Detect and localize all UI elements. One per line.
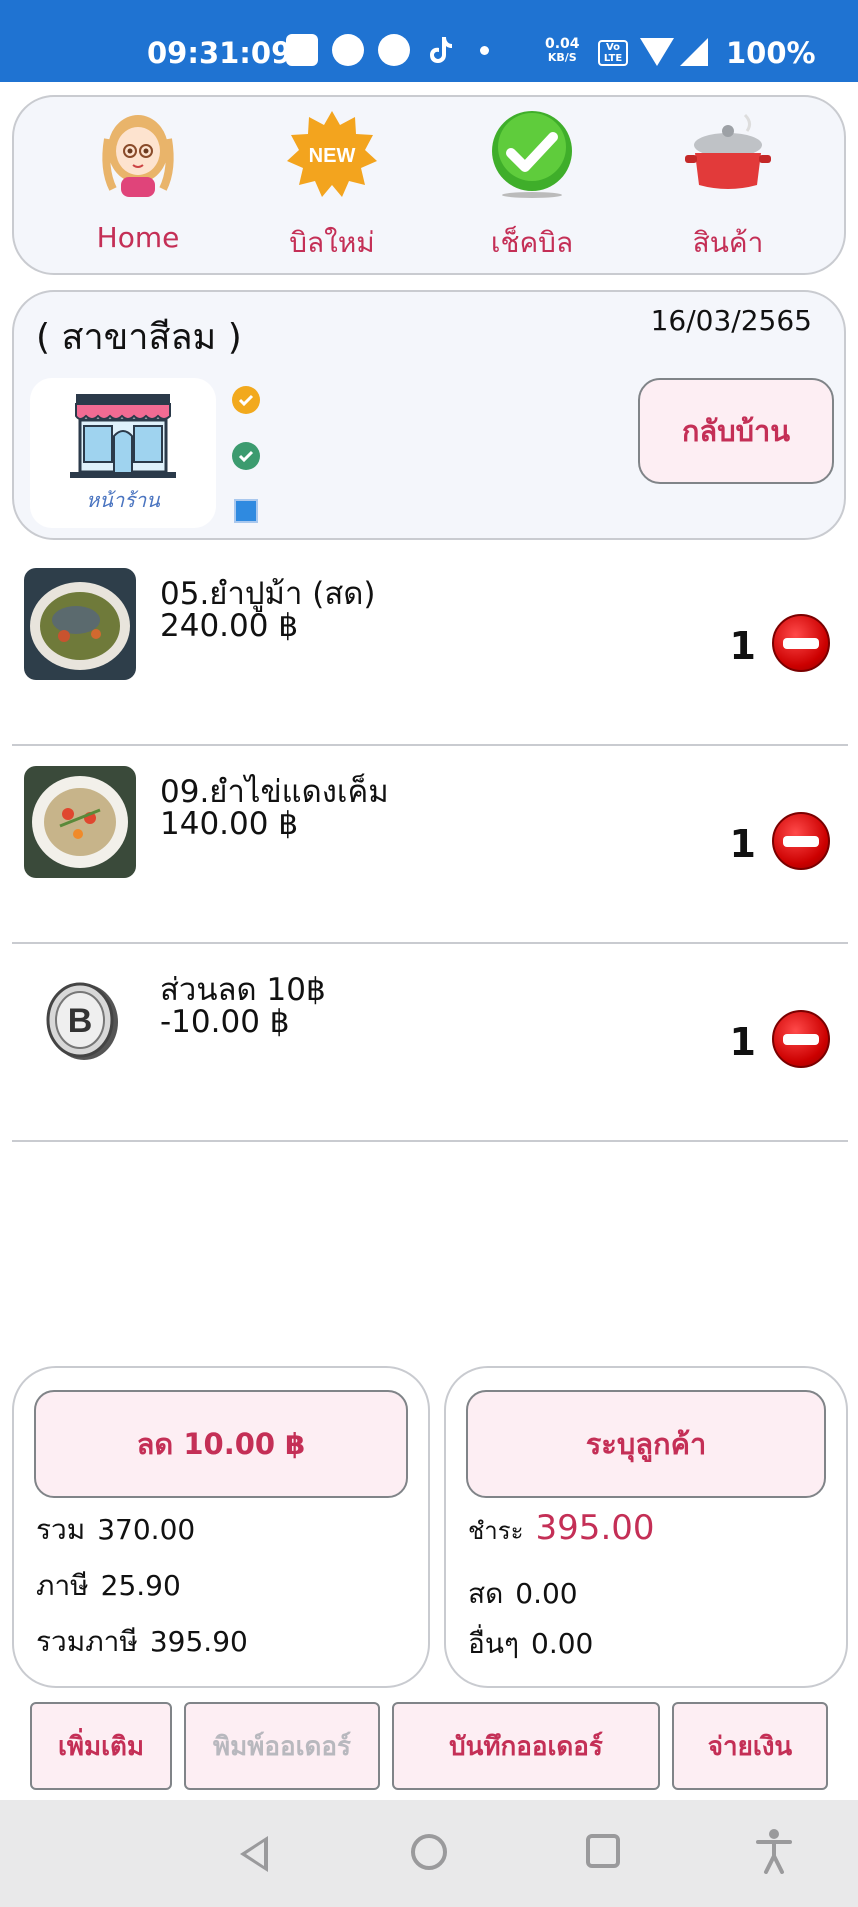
chat-icon bbox=[378, 34, 410, 66]
branch-card: ( สาขาสีลม ) 16/03/2565 หน้าร้าน กลับบ้า… bbox=[12, 290, 846, 540]
total-with-tax-value: 395.90 bbox=[149, 1625, 248, 1658]
total-value: 370.00 bbox=[97, 1513, 196, 1546]
svg-text:NEW: NEW bbox=[309, 145, 356, 167]
other-label: อื่นๆ bbox=[468, 1627, 519, 1660]
back-icon[interactable] bbox=[240, 1836, 268, 1872]
cash-value: 0.00 bbox=[515, 1577, 578, 1610]
total-with-tax-label: รวมภาษี bbox=[36, 1625, 138, 1658]
add-more-button[interactable]: เพิ่มเติม bbox=[30, 1702, 172, 1790]
tax-value: 25.90 bbox=[100, 1569, 181, 1602]
new-badge-icon: NEW bbox=[287, 111, 377, 197]
item-quantity: 1 bbox=[729, 1020, 756, 1064]
checkmark-icon bbox=[492, 111, 572, 198]
specify-customer-button[interactable]: ระบุลูกค้า bbox=[466, 1390, 826, 1498]
payment-panel: ระบุลูกค้า ชำระ 395.00 สด 0.00 อื่นๆ 0.00 bbox=[444, 1366, 848, 1688]
item-quantity: 1 bbox=[729, 624, 756, 668]
go-home-button[interactable]: กลับบ้าน bbox=[638, 378, 834, 484]
network-speed-unit: KB/S bbox=[547, 51, 577, 64]
remove-item-icon[interactable] bbox=[772, 1010, 830, 1068]
coin-icon: B bbox=[24, 964, 136, 1076]
order-item[interactable]: 09.ยำไข่แดงเค็ม 140.00 ฿ 1 bbox=[12, 746, 848, 944]
wifi-icon bbox=[640, 38, 674, 66]
item-price: 240.00 ฿ bbox=[160, 608, 299, 644]
storefront-icon bbox=[70, 394, 176, 478]
cash-row: สด 0.00 bbox=[468, 1572, 578, 1616]
nav-check-bill[interactable]: เช็คบิล bbox=[432, 97, 632, 277]
clock: 09:31:09 bbox=[147, 36, 292, 70]
order-item[interactable]: B ส่วนลด 10฿ -10.00 ฿ 1 bbox=[12, 944, 848, 1142]
total-with-tax-row: รวมภาษี 395.90 bbox=[36, 1620, 248, 1664]
save-order-button[interactable]: บันทึกออเดอร์ bbox=[392, 1702, 660, 1790]
more-notifications-dot bbox=[480, 45, 489, 55]
pay-value: 395.00 bbox=[535, 1508, 655, 1548]
total-label: รวม bbox=[36, 1513, 86, 1546]
nav-home-label: Home bbox=[96, 221, 180, 254]
other-row: อื่นๆ 0.00 bbox=[468, 1622, 593, 1666]
nav-check-bill-label: เช็คบิล bbox=[490, 226, 574, 259]
tax-label: ภาษี bbox=[36, 1569, 89, 1602]
nav-new-bill-label: บิลใหม่ bbox=[289, 226, 375, 259]
crab-salad-photo bbox=[24, 568, 136, 680]
recents-icon[interactable] bbox=[586, 1834, 620, 1868]
cash-label: สด bbox=[468, 1577, 504, 1610]
branch-date: 16/03/2565 bbox=[650, 304, 812, 337]
salted-egg-salad-photo bbox=[24, 766, 136, 878]
item-quantity: 1 bbox=[729, 822, 756, 866]
tax-row: ภาษี 25.90 bbox=[36, 1564, 181, 1608]
nav-products-label: สินค้า bbox=[692, 226, 764, 259]
pay-row: ชำระ 395.00 bbox=[468, 1508, 655, 1550]
cooking-pot-icon bbox=[685, 113, 771, 189]
other-value: 0.00 bbox=[531, 1627, 594, 1660]
svg-text:B: B bbox=[68, 1002, 93, 1040]
remove-item-icon[interactable] bbox=[772, 812, 830, 870]
discount-button[interactable]: ลด 10.00 ฿ bbox=[34, 1390, 408, 1498]
pinterest-icon bbox=[332, 34, 364, 66]
pay-button[interactable]: จ่ายเงิน bbox=[672, 1702, 828, 1790]
accessibility-icon[interactable] bbox=[756, 1828, 792, 1874]
status-bar: 09:31:09 0.04 KB/S Vo LTE 100% bbox=[0, 0, 858, 82]
home-circle-icon[interactable] bbox=[411, 1834, 447, 1870]
system-nav-bar bbox=[0, 1800, 858, 1907]
notification-icons bbox=[286, 34, 499, 66]
item-price: -10.00 ฿ bbox=[160, 1004, 290, 1040]
check-circle-orange-icon bbox=[232, 386, 260, 414]
total-row: รวม 370.00 bbox=[36, 1508, 195, 1552]
volte-icon: Vo LTE bbox=[598, 40, 628, 66]
blue-square-icon bbox=[234, 499, 258, 523]
anime-girl-icon bbox=[102, 115, 174, 197]
top-nav: Home NEW บิลใหม่ เช็คบิล สินค้า bbox=[12, 95, 846, 275]
nav-products[interactable]: สินค้า bbox=[628, 97, 828, 277]
app-notification-icon bbox=[286, 34, 318, 66]
network-speed: 0.04 KB/S bbox=[545, 36, 580, 64]
nav-home[interactable]: Home bbox=[38, 97, 238, 277]
item-price: 140.00 ฿ bbox=[160, 806, 299, 842]
branch-name: ( สาขาสีลม ) bbox=[36, 317, 242, 358]
storefront-tile[interactable]: หน้าร้าน bbox=[30, 378, 216, 528]
check-circle-green-icon bbox=[232, 442, 260, 470]
pay-label: ชำระ bbox=[468, 1517, 524, 1545]
signal-icon bbox=[680, 38, 708, 66]
storefront-label: หน้าร้าน bbox=[86, 488, 160, 512]
nav-new-bill[interactable]: NEW บิลใหม่ bbox=[232, 97, 432, 277]
totals-panel: ลด 10.00 ฿ รวม 370.00 ภาษี 25.90 รวมภาษี 39… bbox=[12, 1366, 430, 1688]
battery-level: 100% bbox=[726, 36, 816, 70]
order-item[interactable]: 05.ยำปูม้า (สด) 240.00 ฿ 1 bbox=[12, 548, 848, 746]
tiktok-icon bbox=[424, 34, 456, 66]
network-speed-value: 0.04 bbox=[545, 36, 580, 52]
remove-item-icon[interactable] bbox=[772, 614, 830, 672]
print-order-button[interactable]: พิมพ์ออเดอร์ bbox=[184, 1702, 380, 1790]
